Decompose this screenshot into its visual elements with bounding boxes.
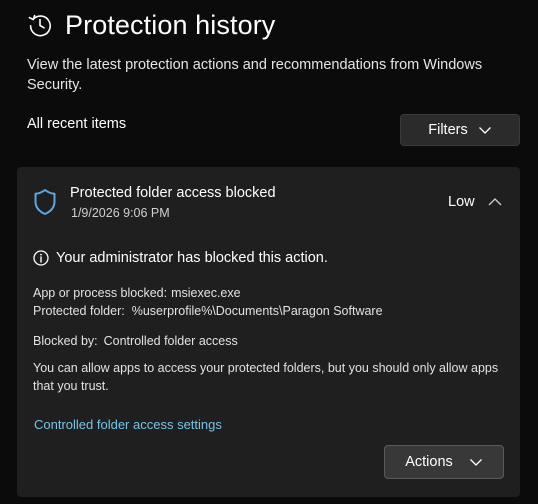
info-icon — [33, 250, 49, 266]
item-title: Protected folder access blocked — [70, 185, 276, 201]
page-header: Protection history — [27, 6, 275, 44]
chevron-up-icon[interactable] — [487, 194, 503, 210]
page-description: View the latest protection actions and r… — [27, 57, 483, 93]
chevron-down-icon — [469, 459, 482, 466]
filters-button-label: Filters — [428, 122, 468, 138]
advice-text: You can allow apps to access your protec… — [33, 361, 499, 393]
admin-message-row: Your administrator has blocked this acti… — [33, 248, 328, 268]
actions-button-label: Actions — [405, 454, 453, 470]
controlled-folder-access-settings-link[interactable]: Controlled folder access settings — [34, 417, 222, 432]
shield-icon — [34, 189, 56, 215]
blocked-by-label: Blocked by: — [33, 334, 98, 348]
protected-folder-value: %userprofile%\Documents\Paragon Software — [131, 304, 383, 318]
protection-history-item-card: Protected folder access blocked 1/9/2026… — [17, 167, 520, 497]
app-blocked-value: msiexec.exe — [171, 286, 241, 300]
app-blocked-row: App or process blocked: msiexec.exe — [33, 286, 241, 300]
page-title: Protection history — [65, 9, 276, 40]
protection-history-page: Protection history View the latest prote… — [0, 0, 538, 504]
blocked-by-row: Blocked by: Controlled folder access — [33, 334, 238, 348]
filter-section-label: All recent items — [27, 116, 127, 132]
app-blocked-label: App or process blocked: — [33, 286, 168, 300]
severity-label: Low — [448, 194, 475, 210]
protected-folder-row: Protected folder: %userprofile%\Documents… — [33, 304, 383, 318]
protected-folder-label: Protected folder: — [33, 304, 125, 318]
filters-button[interactable]: Filters — [400, 114, 520, 146]
chevron-down-icon — [478, 127, 491, 134]
item-timestamp: 1/9/2026 9:06 PM — [71, 206, 170, 220]
admin-message: Your administrator has blocked this acti… — [56, 250, 328, 266]
item-header[interactable]: Protected folder access blocked 1/9/2026… — [17, 167, 520, 237]
blocked-by-value: Controlled folder access — [103, 334, 238, 348]
history-clock-icon — [28, 14, 51, 37]
actions-button[interactable]: Actions — [384, 445, 504, 479]
